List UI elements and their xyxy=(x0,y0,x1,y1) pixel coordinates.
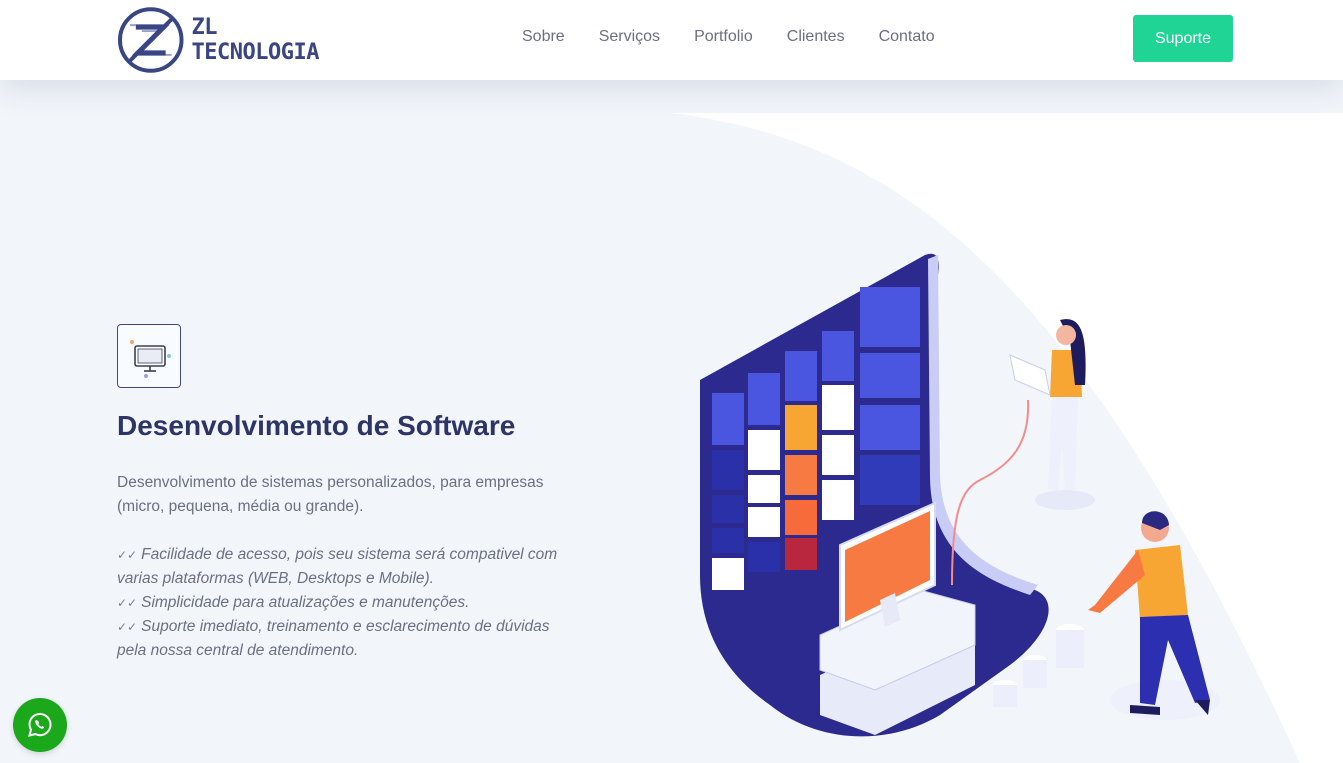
logo-icon xyxy=(117,7,184,73)
whatsapp-icon xyxy=(28,712,52,737)
nav-portfolio[interactable]: Portfolio xyxy=(677,26,770,48)
service-title: Desenvolvimento de Software xyxy=(117,410,516,441)
service-icon-box xyxy=(117,324,181,388)
nav-contato[interactable]: Contato xyxy=(862,26,952,48)
nav-clientes[interactable]: Clientes xyxy=(770,26,862,48)
feature-list: ✓✓ Facilidade de acesso, pois seu sistema… xyxy=(117,543,577,663)
feature-item: ✓✓ Suporte imediato, treinamento e esclar… xyxy=(117,618,550,659)
nav-servicos[interactable]: Serviços xyxy=(582,26,677,48)
support-button[interactable]: Suporte xyxy=(1133,15,1233,62)
whatsapp-button[interactable] xyxy=(13,698,67,752)
monitor-icon xyxy=(130,340,171,378)
software-illustration xyxy=(700,253,1220,737)
service-description: Desenvolvimento de sistemas personalizad… xyxy=(117,474,544,515)
logo-text: ZL TECNOLOGIA xyxy=(191,15,320,65)
navbar: ZL TECNOLOGIA Sobre Serviços Portfolio C… xyxy=(0,0,1343,80)
double-check-icon: ✓✓ xyxy=(117,548,138,562)
feature-item: ✓✓ Facilidade de acesso, pois seu sistema… xyxy=(117,546,558,587)
main-nav: Sobre Serviços Portfolio Clientes Contat… xyxy=(505,26,952,48)
nav-sobre[interactable]: Sobre xyxy=(505,26,582,48)
double-check-icon: ✓✓ xyxy=(117,620,138,634)
feature-item: ✓✓ Simplicidade para atualizações e manut… xyxy=(117,594,470,611)
double-check-icon: ✓✓ xyxy=(117,596,138,610)
logo[interactable]: ZL TECNOLOGIA xyxy=(116,4,356,76)
